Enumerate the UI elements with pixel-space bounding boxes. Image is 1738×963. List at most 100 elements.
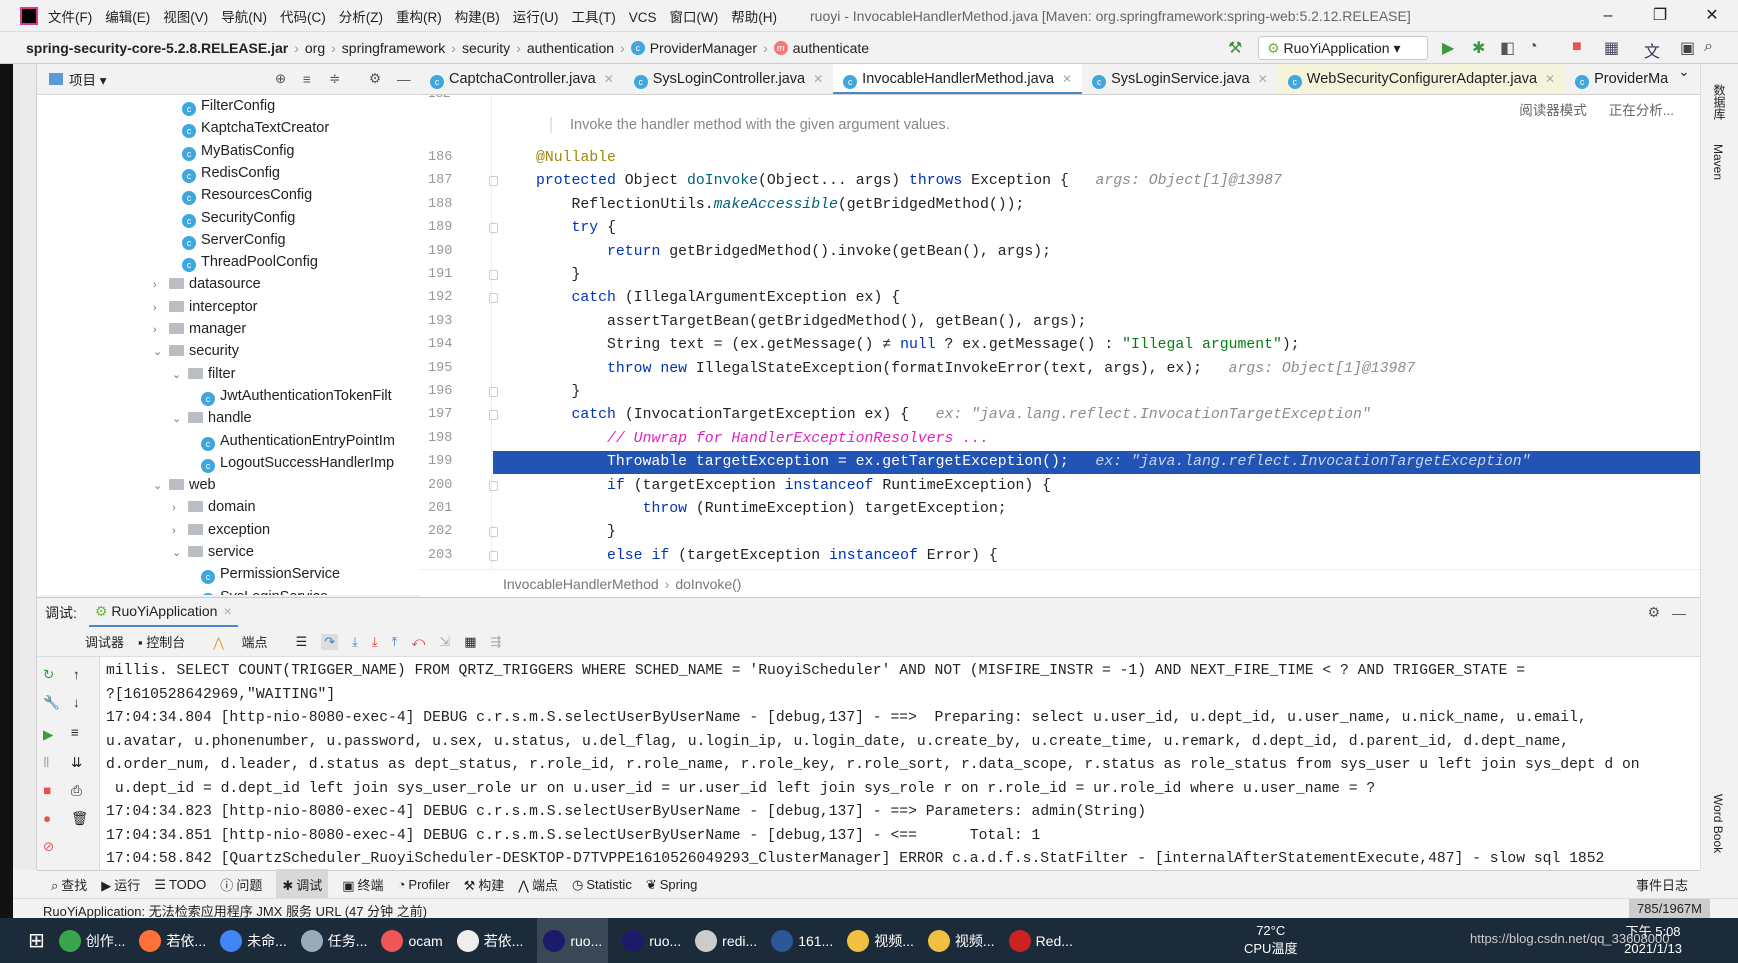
breadcrumb-item[interactable]: security — [462, 40, 510, 56]
gear-icon[interactable]: ⚙ — [369, 71, 381, 87]
chevron-down-icon[interactable]: ⌄ — [172, 364, 188, 386]
line-number[interactable]: 198 — [428, 431, 468, 446]
tree-item[interactable]: › manager — [153, 318, 246, 340]
tree-item[interactable]: c KaptchaTextCreator — [182, 117, 329, 139]
line-number[interactable]: 196 — [428, 384, 468, 399]
expand-all-icon[interactable]: ≡ — [303, 72, 311, 87]
fold-marker-icon[interactable] — [489, 223, 498, 234]
tab-console[interactable]: ▪ 控制台 — [138, 632, 199, 651]
menu-item[interactable]: 编辑(E) — [105, 10, 150, 25]
chevron-down-icon[interactable]: ⌄ — [153, 341, 169, 363]
tab-websecurityconfigureradapterjava[interactable]: c WebSecurityConfigurerAdapter.java ✕ — [1277, 64, 1566, 94]
chevron-right-icon[interactable]: › — [153, 319, 169, 341]
tree-item[interactable]: c ThreadPoolConfig — [182, 251, 318, 273]
breadcrumb-item[interactable]: springframework — [342, 40, 445, 56]
tree-item[interactable]: c SysLoginService — [201, 586, 328, 595]
taskbar-app[interactable]: 创作... — [58, 918, 125, 963]
menu-item[interactable]: 构建(B) — [455, 10, 500, 25]
chevron-right-icon[interactable]: › — [153, 274, 169, 296]
taskbar-app[interactable]: Red... — [1008, 918, 1073, 963]
build-hammer-icon[interactable]: ⚒ — [1228, 38, 1242, 58]
print-icon[interactable]: ⎙ — [71, 783, 82, 799]
maven-tool-button[interactable]: Maven — [1711, 144, 1725, 180]
fold-marker-icon[interactable] — [489, 550, 498, 561]
taskbar-app[interactable]: 若依... — [139, 918, 206, 963]
line-number[interactable]: 200 — [428, 478, 468, 493]
word-book-tool-button[interactable]: Word Book — [1711, 794, 1725, 853]
profiler-icon[interactable]: ◔ — [1528, 38, 1538, 56]
menu-item[interactable]: 运行(U) — [513, 10, 559, 25]
project-structure-icon[interactable]: ▦ — [1604, 38, 1619, 58]
chevron-down-icon[interactable]: ⌄ — [172, 542, 188, 564]
crumb-class[interactable]: InvocableHandlerMethod — [503, 576, 659, 592]
fold-marker-icon[interactable] — [489, 527, 498, 538]
tree-item[interactable]: c ServerConfig — [182, 229, 286, 251]
hide-icon[interactable]: — — [397, 72, 411, 87]
tool-window-5[interactable]: ▣ 终端 — [342, 875, 383, 894]
threads-icon[interactable]: ☰ — [296, 634, 308, 650]
taskbar-app[interactable]: 视频... — [927, 918, 995, 963]
tab-sysloginservicejava[interactable]: c SysLoginService.java ✕ — [1082, 64, 1278, 94]
tab-captchacontrollerjava[interactable]: c CaptchaController.java ✕ — [420, 64, 624, 94]
tree-item[interactable]: › interceptor — [153, 296, 258, 318]
menu-item[interactable]: 工具(T) — [572, 10, 616, 25]
close-icon[interactable]: ✕ — [1258, 72, 1268, 86]
fold-marker-icon[interactable] — [489, 293, 498, 304]
taskbar-app[interactable]: redi... — [695, 918, 757, 963]
fold-marker-icon[interactable] — [489, 410, 498, 421]
fold-marker-icon[interactable] — [489, 387, 498, 397]
windows-start-icon[interactable]: ⊞ — [28, 928, 45, 953]
search-icon[interactable]: ⌕ — [1704, 38, 1713, 56]
breadcrumb-item[interactable]: org — [305, 40, 325, 56]
line-number[interactable]: 195 — [428, 361, 468, 376]
line-number[interactable]: 188 — [428, 197, 468, 212]
debug-bug-icon[interactable]: ✱ — [1472, 38, 1485, 58]
settings-wrench-icon[interactable]: 🔧 — [43, 695, 60, 711]
line-number[interactable]: 194 — [428, 337, 468, 352]
taskbar-app[interactable]: 任务... — [300, 918, 367, 963]
tree-item[interactable]: c PermissionService — [201, 563, 340, 585]
chevron-down-icon[interactable]: ⌄ — [1678, 64, 1689, 94]
close-button[interactable]: ✕ — [1686, 0, 1738, 32]
line-number[interactable]: 189 — [428, 220, 468, 235]
locate-icon[interactable]: ⊕ — [275, 71, 286, 87]
collapse-all-icon[interactable]: ≑ — [329, 71, 340, 87]
tab-endpoints[interactable]: ⋀ 端点 — [213, 632, 281, 651]
step-into-icon[interactable]: ⤓ — [352, 634, 358, 650]
taskbar-app[interactable]: 若依... — [456, 918, 523, 963]
clear-all-icon[interactable]: 🗑 — [71, 811, 88, 827]
tree-item[interactable]: c SecurityConfig — [182, 207, 295, 229]
close-icon[interactable]: ✕ — [1545, 72, 1555, 86]
tool-window-6[interactable]: ◔ Profiler — [398, 877, 450, 892]
menu-item[interactable]: 导航(N) — [221, 10, 267, 25]
tool-window-9[interactable]: ◷ Statistic — [572, 877, 632, 893]
force-step-into-icon[interactable]: ⤓ — [372, 634, 378, 650]
rerun-icon[interactable]: ↻ — [43, 667, 54, 683]
taskbar-app[interactable]: ruo... — [537, 918, 609, 963]
tree-item[interactable]: › datasource — [153, 273, 261, 295]
trace-icon[interactable]: ⇶ — [490, 634, 501, 650]
chevron-right-icon[interactable]: › — [172, 520, 188, 542]
drop-frame-icon[interactable]: ⤺ — [411, 634, 425, 650]
breadcrumb-item[interactable]: authentication — [527, 40, 614, 56]
tree-item[interactable]: c LogoutSuccessHandlerImp — [201, 452, 394, 474]
tool-window-10[interactable]: ❦ Spring — [646, 877, 697, 893]
minimize-panel-icon[interactable]: — — [1672, 605, 1686, 621]
line-number[interactable]: 199 — [428, 454, 468, 469]
menu-item[interactable]: 重构(R) — [396, 10, 442, 25]
line-number[interactable]: 190 — [428, 244, 468, 259]
tool-window-0[interactable]: ⌕ 查找 — [51, 875, 87, 894]
tree-item[interactable]: c MyBatisConfig — [182, 140, 294, 162]
tool-window-3[interactable]: ⓘ 问题 — [220, 875, 262, 894]
tree-item[interactable]: ⌄ security — [153, 340, 239, 362]
breadcrumb-item[interactable]: spring-security-core-5.2.8.RELEASE.jar — [26, 40, 288, 56]
tool-window-8[interactable]: ⋀ 端点 — [518, 875, 558, 894]
debug-session-tab[interactable]: ⚙ RuoYiApplication × — [88, 598, 238, 628]
taskbar-app[interactable]: 未命... — [220, 918, 287, 963]
tool-window-7[interactable]: ⚒ 构建 — [464, 875, 505, 894]
tree-item[interactable]: ⌄ handle — [172, 407, 252, 429]
crumb-method[interactable]: doInvoke() — [675, 576, 741, 592]
tool-window-1[interactable]: ▶ 运行 — [101, 875, 140, 894]
line-number[interactable]: 197 — [428, 407, 468, 422]
tab-providerma[interactable]: c ProviderMa — [1565, 64, 1678, 94]
